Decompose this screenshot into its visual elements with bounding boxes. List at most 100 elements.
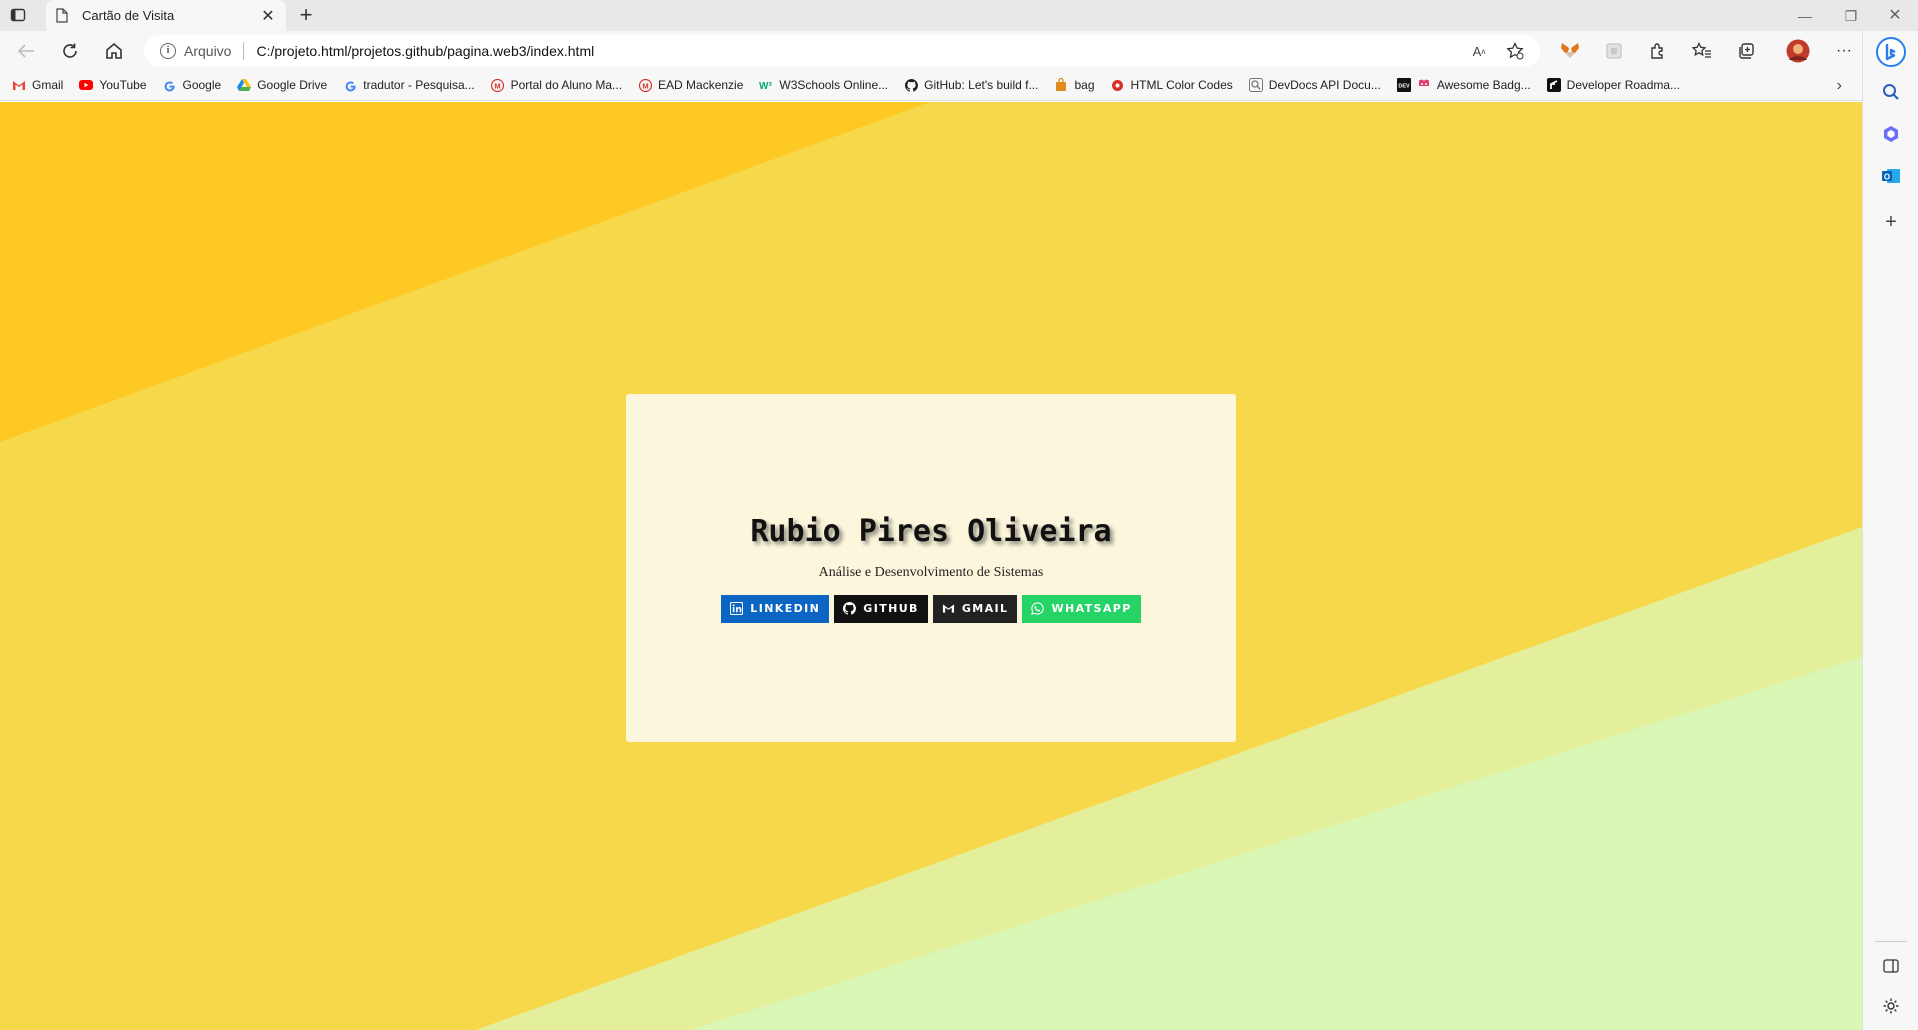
close-tab-icon[interactable]: ✕ xyxy=(260,6,276,26)
bookmark-label: Google Drive xyxy=(257,78,328,92)
bookmark-item[interactable]: DevDocs API Docu... xyxy=(1248,78,1381,92)
edge-sidebar: O + xyxy=(1862,31,1918,1030)
roadmap-icon xyxy=(1546,78,1561,92)
whatsapp-icon xyxy=(1031,602,1051,615)
bookmark-label: DevDocs API Docu... xyxy=(1268,78,1381,92)
gmail-icon xyxy=(942,603,962,614)
devdocs-icon xyxy=(1248,78,1263,92)
minimize-button[interactable]: — xyxy=(1790,4,1820,28)
sidebar-panel-icon[interactable] xyxy=(1880,955,1902,977)
office-icon[interactable] xyxy=(1880,123,1902,145)
address-bar[interactable]: i Arquivo C:/projeto.html/projetos.githu… xyxy=(144,35,1540,67)
svg-text:DEV: DEV xyxy=(1398,84,1410,90)
read-aloud-icon[interactable]: Aʌ xyxy=(1468,40,1490,62)
add-favorite-icon[interactable] xyxy=(1504,40,1526,62)
github-icon xyxy=(904,78,918,92)
bookmark-item[interactable]: M Portal do Aluno Ma... xyxy=(491,78,622,92)
browser-toolbar: i Arquivo C:/projeto.html/projetos.githu… xyxy=(0,31,1862,70)
social-links: LINKEDIN GITHUB GMAIL WHATSAPP xyxy=(721,594,1141,623)
close-window-button[interactable]: ✕ xyxy=(1880,4,1910,28)
bag-icon xyxy=(1054,78,1068,92)
gmail-link-button[interactable]: GMAIL xyxy=(932,594,1018,623)
address-separator xyxy=(243,42,245,60)
card-subtitle: Análise e Desenvolvimento de Sistemas xyxy=(818,564,1044,580)
info-icon[interactable]: i xyxy=(160,43,176,59)
bookmark-label: GitHub: Let's build f... xyxy=(924,78,1039,92)
extension-grey-icon[interactable] xyxy=(1602,39,1626,63)
collections-icon[interactable] xyxy=(1734,39,1758,63)
google-icon xyxy=(163,78,177,92)
svg-text:M: M xyxy=(642,81,648,90)
bookmark-item[interactable]: GitHub: Let's build f... xyxy=(904,78,1038,92)
link-label: GMAIL xyxy=(961,602,1009,615)
more-options-icon[interactable]: ··· xyxy=(1832,39,1856,63)
bookmark-label: EAD Mackenzie xyxy=(658,78,744,92)
bookmark-label: Awesome Badg... xyxy=(1436,78,1531,92)
address-scheme-label: Arquivo xyxy=(184,43,232,59)
youtube-icon xyxy=(79,78,94,92)
restore-button[interactable]: ❐ xyxy=(1836,4,1866,28)
home-button[interactable] xyxy=(102,39,126,63)
page-viewport: Rubio Pires Oliveira Análise e Desenvolv… xyxy=(0,102,1862,1030)
google-icon xyxy=(343,78,357,92)
bookmark-item[interactable]: DEV Awesome Badg... xyxy=(1396,78,1531,92)
svg-text:W³: W³ xyxy=(759,81,772,91)
card-name: Rubio Pires Oliveira xyxy=(750,513,1112,549)
outlook-icon[interactable]: O xyxy=(1880,165,1902,187)
whatsapp-link-button[interactable]: WHATSAPP xyxy=(1022,594,1141,623)
gmail-icon xyxy=(12,78,26,92)
bookmark-item[interactable]: Google Drive xyxy=(237,78,327,92)
bookmark-item[interactable]: bag xyxy=(1054,78,1095,92)
bookmark-label: Portal do Aluno Ma... xyxy=(510,78,623,92)
bookmark-item[interactable]: Developer Roadma... xyxy=(1546,78,1680,92)
bookmark-label: YouTube xyxy=(99,78,147,92)
bookmark-item[interactable]: tradutor - Pesquisa... xyxy=(343,78,475,92)
github-icon xyxy=(843,602,863,615)
extensions-icon[interactable] xyxy=(1646,39,1670,63)
document-icon xyxy=(56,7,70,24)
link-label: GITHUB xyxy=(863,602,919,615)
bookmark-item[interactable]: HTML Color Codes xyxy=(1111,78,1233,92)
bookmark-label: Gmail xyxy=(32,78,64,92)
bookmark-label: bag xyxy=(1074,78,1095,92)
favorites-icon[interactable] xyxy=(1690,39,1714,63)
svg-text:O: O xyxy=(1884,173,1890,182)
tab-actions-icon[interactable] xyxy=(10,7,30,25)
bookmark-item[interactable]: Google xyxy=(163,78,222,92)
profile-avatar[interactable] xyxy=(1786,39,1810,63)
bookmark-item[interactable]: YouTube xyxy=(79,78,147,92)
github-link-button[interactable]: GITHUB xyxy=(834,594,928,623)
new-tab-button[interactable]: + xyxy=(294,4,318,28)
sidebar-divider xyxy=(1875,941,1907,942)
bookmarks-bar: Gmail YouTube Google Google Drive tradutor -… xyxy=(0,70,1862,101)
bookmark-item[interactable]: M EAD Mackenzie xyxy=(638,78,743,92)
tab-strip: Cartão de Visita ✕ + — ❐ ✕ xyxy=(0,0,1918,31)
color-codes-icon xyxy=(1111,78,1125,92)
tab-title: Cartão de Visita xyxy=(82,8,175,23)
active-tab[interactable]: Cartão de Visita ✕ xyxy=(46,0,286,31)
back-button[interactable] xyxy=(14,39,38,63)
bookmark-item[interactable]: W³ W3Schools Online... xyxy=(759,78,888,92)
refresh-button[interactable] xyxy=(58,39,82,63)
bookmark-item[interactable]: Gmail xyxy=(12,78,63,92)
svg-text:M: M xyxy=(495,81,501,90)
business-card: Rubio Pires Oliveira Análise e Desenvolv… xyxy=(626,394,1236,742)
address-url[interactable]: C:/projeto.html/projetos.github/pagina.w… xyxy=(256,43,1468,59)
bookmark-label: HTML Color Codes xyxy=(1130,78,1233,92)
chevron-right-icon[interactable]: › xyxy=(1837,77,1842,95)
metamask-icon[interactable] xyxy=(1558,39,1582,63)
search-icon[interactable] xyxy=(1880,81,1902,103)
link-label: LINKEDIN xyxy=(750,602,821,615)
add-sidebar-app-icon[interactable]: + xyxy=(1880,211,1902,233)
bookmark-label: Google xyxy=(182,78,222,92)
bookmark-label: W3Schools Online... xyxy=(779,78,889,92)
dev-icon: DEV xyxy=(1396,78,1411,92)
linkedin-link-button[interactable]: LINKEDIN xyxy=(721,594,830,623)
bing-copilot-icon[interactable] xyxy=(1876,37,1906,67)
w3schools-icon: W³ xyxy=(759,78,773,92)
linkedin-icon xyxy=(730,602,750,615)
awesome-badges-icon xyxy=(1417,78,1431,92)
settings-gear-icon[interactable] xyxy=(1880,995,1902,1017)
mackenzie-icon: M xyxy=(491,78,505,92)
bookmark-label: tradutor - Pesquisa... xyxy=(363,78,475,92)
